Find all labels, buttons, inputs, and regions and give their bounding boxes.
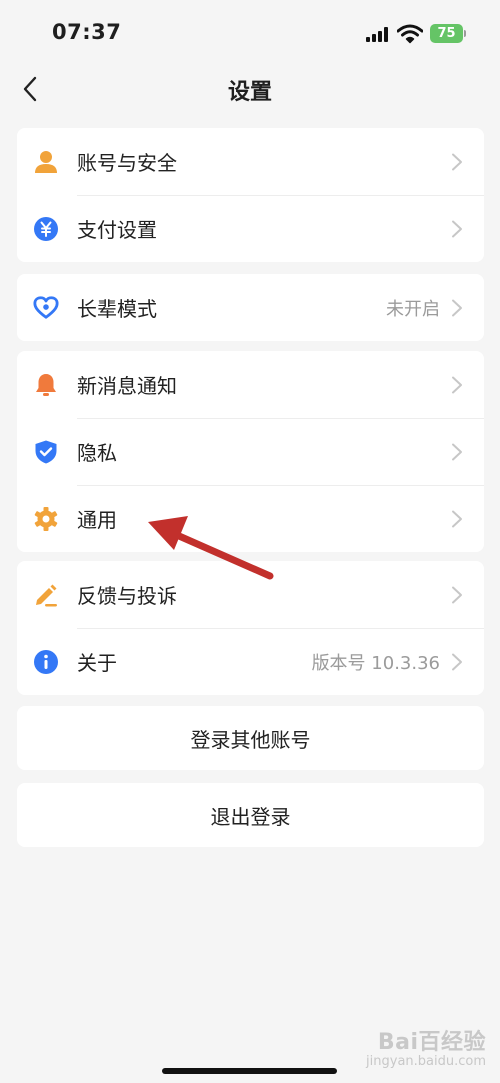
watermark-url: jingyan.baidu.com — [366, 1054, 486, 1070]
settings-item-label: 账号与安全 — [77, 151, 177, 175]
status-time: 07:37 — [52, 20, 122, 44]
chevron-right-icon — [452, 153, 462, 171]
pencil-icon — [33, 582, 59, 608]
gear-icon — [33, 506, 59, 532]
chevron-right-icon — [452, 510, 462, 528]
logout-button[interactable]: 退出登录 — [17, 783, 484, 847]
settings-item-label: 支付设置 — [77, 218, 157, 242]
settings-item-about[interactable]: 关于 版本号 10.3.36 — [17, 628, 484, 695]
watermark-logo: Bai百经验 — [377, 1030, 486, 1055]
home-indicator — [162, 1068, 337, 1074]
settings-group-account: 账号与安全 支付设置 — [17, 128, 484, 262]
chevron-right-icon — [452, 653, 462, 671]
yuan-icon — [33, 216, 59, 242]
settings-item-label: 隐私 — [77, 441, 117, 465]
settings-item-label: 长辈模式 — [77, 297, 157, 321]
battery-tip — [464, 30, 466, 37]
wifi-icon — [397, 24, 423, 44]
shield-icon — [33, 439, 59, 465]
status-bar: 07:37 75 — [0, 0, 500, 66]
settings-item-label: 通用 — [77, 508, 117, 532]
settings-item-notifications[interactable]: 新消息通知 — [17, 351, 484, 418]
battery-level: 75 — [430, 24, 463, 43]
heart-icon — [33, 295, 59, 321]
settings-group-elder: 长辈模式 未开启 — [17, 274, 484, 341]
watermark: Bai百经验 jingyan.baidu.com — [366, 1030, 486, 1070]
settings-item-elder-mode[interactable]: 长辈模式 未开启 — [17, 274, 484, 341]
person-icon — [33, 149, 59, 175]
chevron-right-icon — [452, 376, 462, 394]
settings-item-privacy[interactable]: 隐私 — [17, 418, 484, 485]
switch-account-button[interactable]: 登录其他账号 — [17, 706, 484, 770]
chevron-right-icon — [452, 299, 462, 317]
chevron-right-icon — [452, 220, 462, 238]
annotation-arrow — [148, 516, 274, 580]
nav-bar: 设置 — [0, 66, 500, 112]
settings-item-account-security[interactable]: 账号与安全 — [17, 128, 484, 195]
settings-item-label: 新消息通知 — [77, 374, 177, 398]
settings-item-payment[interactable]: 支付设置 — [17, 195, 484, 262]
page-title: 设置 — [227, 80, 272, 105]
elder-mode-status: 未开启 — [386, 298, 440, 320]
chevron-right-icon — [452, 443, 462, 461]
info-icon — [33, 649, 59, 675]
settings-item-label: 关于 — [77, 651, 117, 675]
chevron-right-icon — [452, 586, 462, 604]
bell-icon — [33, 372, 59, 398]
signal-icon — [366, 27, 390, 42]
version-number: 版本号 10.3.36 — [311, 652, 440, 674]
